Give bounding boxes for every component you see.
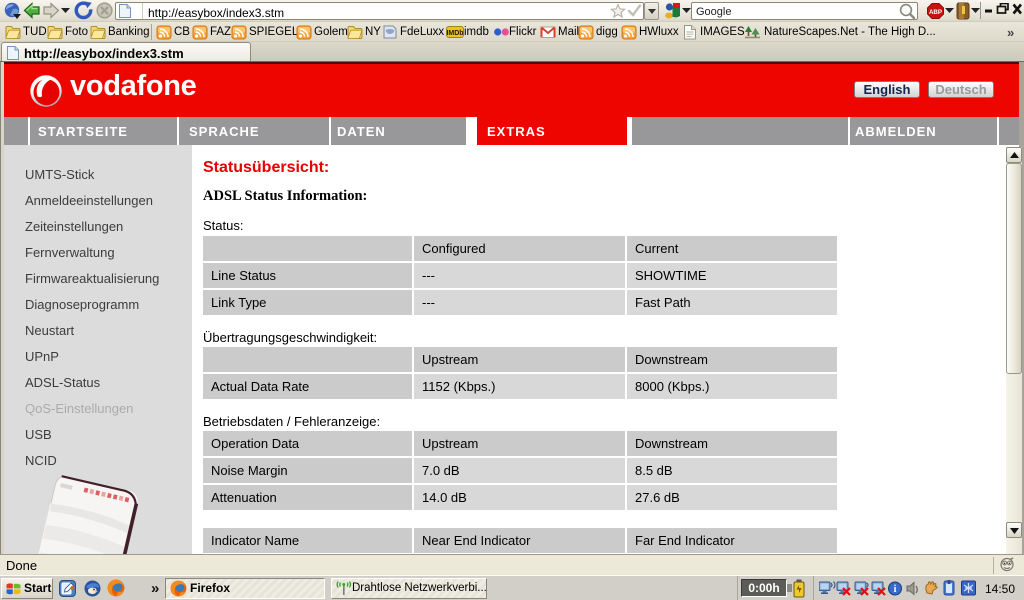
svg-text:IMDb: IMDb (446, 30, 463, 37)
svg-text:i: i (894, 584, 897, 595)
svg-text:ABP: ABP (929, 9, 942, 16)
